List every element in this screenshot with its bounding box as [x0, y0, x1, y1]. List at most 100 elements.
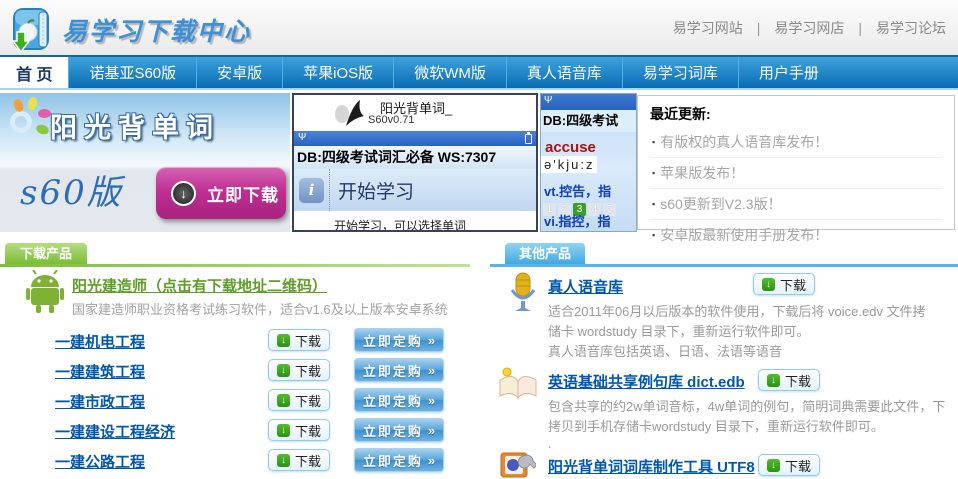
product-link-jidian[interactable]: 一建机电工程	[55, 331, 145, 352]
banner-edition: s60版	[20, 165, 123, 214]
db-info-line: DB:四级考试	[541, 110, 636, 132]
download-arrow-icon: ↓	[277, 424, 290, 437]
header-links: 易学习网站 | 易学习网店 | 易学习论坛	[673, 18, 946, 38]
page: 易学习下载中心 易学习网站 | 易学习网店 | 易学习论坛 首 页 诺基亚S60…	[0, 0, 958, 479]
nav-apple-ios[interactable]: 苹果iOS版	[282, 57, 393, 88]
phone-status-bar: Ψ	[541, 94, 636, 110]
download-arrow-icon: ↓	[277, 334, 290, 347]
arrow-right-icon: »	[428, 423, 435, 438]
voice-library-desc-line: 真人语音库包括英语、日语、法语等语音	[548, 341, 782, 360]
sentence-library-desc-line: .	[548, 436, 552, 451]
sentence-library-desc-line: 拷贝到手机存储卡wordstudy 目录下，重新运行软件即可。	[548, 416, 884, 435]
link-separator: |	[858, 20, 862, 36]
product-link-gonglu[interactable]: 一建公路工程	[55, 451, 145, 472]
update-item: ▪苹果版发布！	[650, 158, 942, 189]
link-yixuexi-forum[interactable]: 易学习论坛	[876, 18, 946, 38]
update-item: ▪有版权的真人语音库发布！	[650, 127, 942, 158]
arrow-right-icon: »	[428, 393, 435, 408]
bullet-icon: ▪	[652, 199, 655, 209]
phone-screenshot-word: Ψ DB:四级考试 accuse ə'kju:z vt.控告，指 1 2 3 4…	[540, 93, 637, 232]
info-icon: i	[299, 178, 324, 203]
download-button[interactable]: ↓ 下载	[268, 329, 330, 351]
menu-item-label: 开始学习	[329, 169, 414, 211]
update-item: ▪s60更新到V2.3版！	[650, 189, 942, 220]
nav-android[interactable]: 安卓版	[196, 57, 282, 88]
word-headword: accuse	[541, 132, 636, 156]
toolbook-icon	[498, 450, 536, 479]
phone-status-bar: Ψ	[294, 131, 536, 146]
nav-voice-library[interactable]: 真人语音库	[506, 57, 622, 88]
download-arrow-icon: ↓	[762, 278, 775, 291]
link-yixuexi-website[interactable]: 易学习网站	[673, 18, 743, 38]
word-phonetic: ə'kju:z	[541, 156, 597, 173]
builder-app-description: 国家建造师职业资格考试练习软件，适合v1.6及以上版本安卓系统	[72, 299, 448, 318]
microphone-icon	[505, 271, 541, 320]
nav-dictionary[interactable]: 易学习词库	[622, 57, 738, 88]
others-section-tab: 其他产品	[505, 243, 585, 264]
recent-updates-box: 最近更新: ▪有版权的真人语音库发布！ ▪苹果版发布！ ▪s60更新到V2.3版…	[637, 95, 955, 230]
link-separator: |	[757, 20, 761, 36]
main-nav: 首 页 诺基亚S60版 安卓版 苹果iOS版 微软WM版 真人语音库 易学习词库…	[0, 55, 958, 88]
nav-windows-mobile[interactable]: 微软WM版	[393, 57, 506, 88]
arrow-right-icon: »	[428, 453, 435, 468]
word-meaning-vi: vi.指控，指	[544, 211, 610, 230]
bullet-icon: ▪	[652, 230, 655, 240]
download-button[interactable]: ↓ 下载	[758, 454, 820, 476]
signal-icon: Ψ	[544, 95, 552, 106]
nav-user-manual[interactable]: 用户手册	[738, 57, 839, 88]
order-now-button[interactable]: 立即定购 »	[354, 418, 444, 442]
screenshot-app-version: S60v0.71	[368, 114, 414, 126]
order-now-button[interactable]: 立即定购 »	[354, 448, 444, 472]
nav-nokia-s60[interactable]: 诺基亚S60版	[68, 57, 196, 88]
download-arrow-icon: ↓	[277, 454, 290, 467]
link-yixuexi-shop[interactable]: 易学习网店	[774, 18, 844, 38]
downloads-section-underline	[0, 264, 470, 267]
recent-updates-title: 最近更新:	[650, 104, 942, 124]
sentence-library-link[interactable]: 英语基础共享例句库 dict.edb	[548, 371, 745, 392]
db-info-line: DB:四级考试词汇必备 WS:7307	[294, 146, 536, 169]
product-link-jingji[interactable]: 一建建设工程经济	[55, 421, 175, 442]
android-icon	[26, 270, 64, 319]
product-link-jianzhu[interactable]: 一建建筑工程	[55, 361, 145, 382]
voice-library-desc-line: 储卡 wordstudy 目录下，重新运行软件即可。	[548, 321, 809, 340]
flower-logo-icon	[4, 97, 52, 145]
site-title: 易学习下载中心	[62, 12, 251, 48]
download-button[interactable]: ↓ 下载	[268, 359, 330, 381]
product-row: 一建市政工程 ↓ 下载 立即定购 »	[0, 389, 470, 414]
banner-title: 阳光背单词	[50, 106, 220, 145]
promo-banner: 阳光背单词 s60版 ↓ 立即下载	[0, 93, 290, 232]
download-button[interactable]: ↓ 下载	[268, 419, 330, 441]
product-row: 一建建筑工程 ↓ 下载 立即定购 »	[0, 359, 470, 384]
dict-maker-tool-link[interactable]: 阳光背单词词库制作工具 UTF8	[548, 456, 755, 477]
selected-menu-row: i 开始学习	[294, 169, 536, 211]
banner-download-button[interactable]: ↓ 立即下载	[156, 167, 286, 219]
voice-library-desc-line: 适合2011年06月以后版本的软件使用，下载后将 voice.edv 文件拷	[548, 301, 926, 320]
nav-home[interactable]: 首 页	[0, 57, 68, 88]
word-meaning-vt: vt.控告，指	[541, 173, 636, 200]
order-now-button[interactable]: 立即定购 »	[354, 358, 444, 382]
app-logo-icon	[8, 4, 60, 59]
downloads-section-tab: 下载产品	[5, 243, 87, 264]
update-item: ▪安卓版最新使用手册发布！	[650, 220, 942, 250]
download-button[interactable]: ↓ 下载	[758, 369, 820, 391]
builder-app-link[interactable]: 阳光建造师（点击有下载地址二维码）	[72, 275, 327, 296]
others-section-underline	[490, 264, 958, 267]
book-bulb-icon	[496, 366, 540, 407]
download-arrow-icon: ↓	[171, 181, 196, 206]
arrow-right-icon: »	[428, 363, 435, 378]
product-row: 一建公路工程 ↓ 下载 立即定购 »	[0, 449, 470, 474]
product-row: 一建建设工程经济 ↓ 下载 立即定购 »	[0, 419, 470, 444]
download-button[interactable]: ↓ 下载	[753, 273, 815, 295]
download-arrow-icon: ↓	[767, 459, 780, 472]
download-button[interactable]: ↓ 下载	[268, 449, 330, 471]
voice-library-link[interactable]: 真人语音库	[548, 276, 623, 297]
screenshot-splash: 阳光背单词_ S60v0.71	[294, 95, 536, 131]
download-button[interactable]: ↓ 下载	[268, 389, 330, 411]
bullet-icon: ▪	[652, 137, 655, 147]
order-now-button[interactable]: 立即定购 »	[354, 388, 444, 412]
product-link-shizheng[interactable]: 一建市政工程	[55, 391, 145, 412]
sentence-library-desc-line: 包含共享的约2w单词音标，4w单词的例句，简明词典需要此文件，下	[548, 396, 945, 415]
battery-icon	[525, 134, 532, 144]
order-now-button[interactable]: 立即定购 »	[354, 328, 444, 352]
product-row: 一建机电工程 ↓ 下载 立即定购 »	[0, 329, 470, 354]
